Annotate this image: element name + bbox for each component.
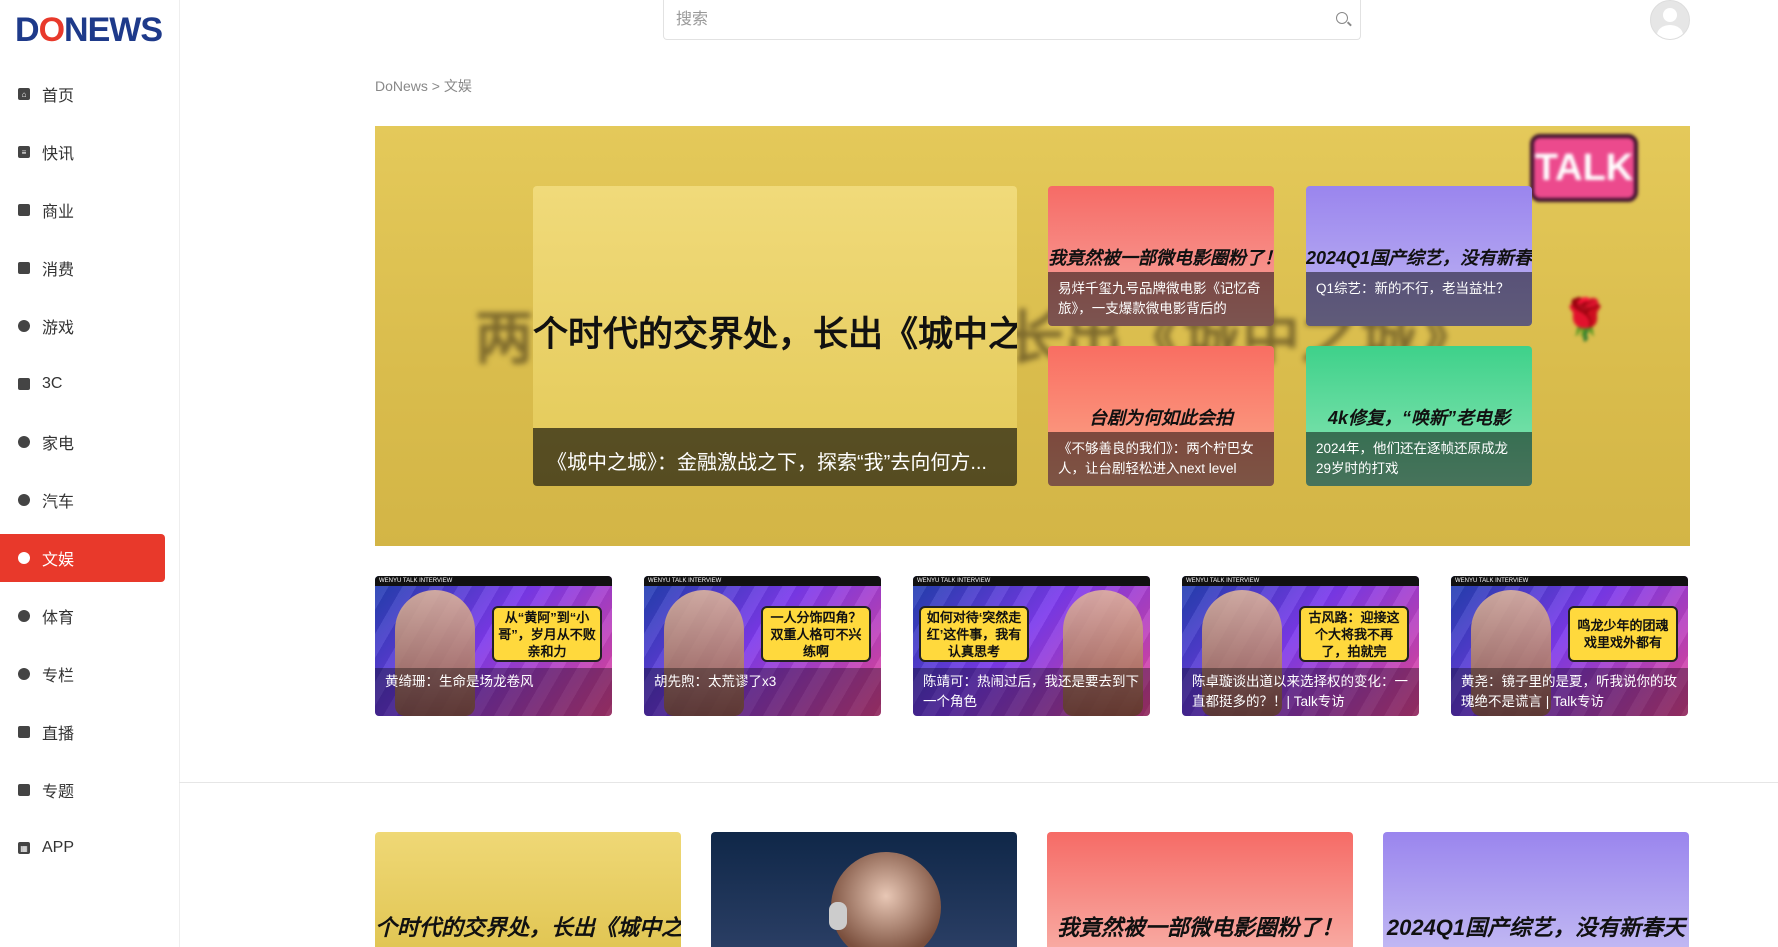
interview-card[interactable]: WENYU TALK INTERVIEW 如何对待‘突然走红’这件事，我有认真思… <box>913 576 1150 716</box>
hero-card-caption: 2024年，他们还在逐帧还原成龙29岁时的打戏 <box>1306 432 1532 486</box>
entertainment-icon <box>18 552 30 564</box>
live-icon <box>18 726 30 738</box>
interview-row: WENYU TALK INTERVIEW 从“黄阿”到“小哥”，岁月从不败亲和力… <box>375 576 1690 716</box>
hero-card-image-text: 台剧为何如此会拍 <box>1089 408 1233 428</box>
talk-badge: TALK <box>1530 134 1638 202</box>
article-card[interactable]: 个时代的交界处，长出《城中之城》 <box>375 832 681 947</box>
sidebar-item-entertainment[interactable]: 文娱 <box>0 534 165 582</box>
search-icon[interactable] <box>1336 12 1348 24</box>
device-icon <box>18 378 30 390</box>
sidebar-nav: ⌂ 首页 ≡ 快讯 商业 消费 游戏 3C 家电 汽车 文娱 体育 专栏 直播 专题… <box>0 70 165 882</box>
news-icon: ≡ <box>18 146 30 158</box>
sidebar-item-car[interactable]: 汽车 <box>0 476 165 524</box>
business-icon <box>18 204 30 216</box>
section-divider <box>179 782 1778 783</box>
interview-card[interactable]: WENYU TALK INTERVIEW 古风路：迎接这个大将我不再了，拍就完 … <box>1182 576 1419 716</box>
sidebar-item-sports[interactable]: 体育 <box>0 592 165 640</box>
interview-caption: 胡先煦：太荒谬了x3 <box>644 668 881 716</box>
interview-caption: 黄绮珊：生命是场龙卷风 <box>375 668 612 716</box>
hero-card[interactable]: 4k修复，“唤新”老电影 2024年，他们还在逐帧还原成龙29岁时的打戏 <box>1306 346 1532 486</box>
sidebar-item-appliance[interactable]: 家电 <box>0 418 165 466</box>
speech-bubble: 古风路：迎接这个大将我不再了，拍就完 <box>1299 606 1409 662</box>
app-grid-icon: ▦ <box>18 842 30 854</box>
sidebar-item-app[interactable]: ▦ APP <box>0 824 165 872</box>
search-input[interactable] <box>664 0 1318 40</box>
car-icon <box>18 494 30 506</box>
consume-icon <box>18 262 30 274</box>
interview-header: WENYU TALK INTERVIEW <box>375 576 612 586</box>
sidebar-item-column[interactable]: 专栏 <box>0 650 165 698</box>
hero-card[interactable]: 2024Q1国产综艺，没有新春天 Q1综艺：新的不行，老当益壮？ <box>1306 186 1532 326</box>
user-avatar[interactable] <box>1650 0 1690 40</box>
article-card[interactable]: 2024Q1国产综艺，没有新春天 <box>1383 832 1689 947</box>
article-image-text: 我竟然被一部微电影圈粉了！ <box>1056 915 1343 940</box>
interview-header: WENYU TALK INTERVIEW <box>644 576 881 586</box>
sidebar-item-flash[interactable]: ≡ 快讯 <box>0 128 165 176</box>
appliance-icon <box>18 436 30 448</box>
hero-card-image-text: 2024Q1国产综艺，没有新春天 <box>1306 248 1532 268</box>
hero-main-caption: 《城中之城》：金融激战之下，探索“我”去向何方... <box>533 428 1017 486</box>
sidebar-item-3c[interactable]: 3C <box>0 360 165 408</box>
sidebar-item-topic[interactable]: 专题 <box>0 766 165 814</box>
article-grid: 个时代的交界处，长出《城中之城》 我竟然被一部微电影圈粉了！ 2024Q1国产综… <box>375 832 1690 947</box>
sidebar-item-game[interactable]: 游戏 <box>0 302 165 350</box>
interview-caption: 陈卓璇谈出道以来选择权的变化：一直都挺多的？！| Talk专访 <box>1182 668 1419 716</box>
sidebar-item-consume[interactable]: 消费 <box>0 244 165 292</box>
speech-bubble: 从“黄阿”到“小哥”，岁月从不败亲和力 <box>492 606 602 662</box>
hero-card-caption: 易烊千玺九号品牌微电影《记忆奇旅》，一支爆款微电影背后的 <box>1048 272 1274 326</box>
article-image-text: 2024Q1国产综艺，没有新春天 <box>1386 915 1686 940</box>
sports-icon <box>18 610 30 622</box>
hero-card[interactable]: 我竟然被一部微电影圈粉了！ 易烊千玺九号品牌微电影《记忆奇旅》，一支爆款微电影背… <box>1048 186 1274 326</box>
rose-icon: 🌹 <box>1560 298 1610 342</box>
hero-card-image-text: 4k修复，“唤新”老电影 <box>1327 408 1511 428</box>
interview-card[interactable]: WENYU TALK INTERVIEW 从“黄阿”到“小哥”，岁月从不败亲和力… <box>375 576 612 716</box>
speech-bubble: 鸣龙少年的团魂戏里戏外都有 <box>1568 606 1678 662</box>
microphone-icon <box>829 902 847 930</box>
hero-banner: 两个时代的交界处，长出《城中之城》 TALK 🌹 个时代的交界处，长出《城中之城… <box>375 126 1690 546</box>
donews-logo[interactable]: D O NEWS <box>15 10 163 50</box>
hero-card-image-text: 我竟然被一部微电影圈粉了！ <box>1048 248 1274 268</box>
singer-photo <box>831 852 941 947</box>
hero-main-article[interactable]: 个时代的交界处，长出《城中之城》 《城中之城》：金融激战之下，探索“我”去向何方… <box>533 186 1017 486</box>
interview-header: WENYU TALK INTERVIEW <box>1451 576 1688 586</box>
home-icon: ⌂ <box>18 88 30 100</box>
interview-header: WENYU TALK INTERVIEW <box>913 576 1150 586</box>
hero-card-caption: 《不够善良的我们》：两个柠巴女人，让台剧轻松进入next level <box>1048 432 1274 486</box>
interview-caption: 黄尧：镜子里的是夏，听我说你的玫瑰绝不是谎言 | Talk专访 <box>1451 668 1688 716</box>
hero-main-image-text: 个时代的交界处，长出《城中之城》 <box>533 315 1017 354</box>
interview-card[interactable]: WENYU TALK INTERVIEW 一人分饰四角？双重人格可不兴练啊 胡先… <box>644 576 881 716</box>
sidebar-item-business[interactable]: 商业 <box>0 186 165 234</box>
article-card[interactable] <box>711 832 1017 947</box>
hero-card-caption: Q1综艺：新的不行，老当益壮？ <box>1306 272 1532 326</box>
sidebar-item-live[interactable]: 直播 <box>0 708 165 756</box>
speech-bubble: 如何对待‘突然走红’这件事，我有认真思考 <box>919 606 1029 662</box>
interview-header: WENYU TALK INTERVIEW <box>1182 576 1419 586</box>
topic-icon <box>18 784 30 796</box>
column-icon <box>18 668 30 680</box>
sidebar-item-home[interactable]: ⌂ 首页 <box>0 70 165 118</box>
breadcrumb: DoNews > 文娱 <box>375 78 472 94</box>
interview-card[interactable]: WENYU TALK INTERVIEW 鸣龙少年的团魂戏里戏外都有 黄尧：镜子… <box>1451 576 1688 716</box>
sidebar: D O NEWS ⌂ 首页 ≡ 快讯 商业 消费 游戏 3C 家电 汽车 文娱 体育 专… <box>0 0 180 947</box>
article-image-text: 个时代的交界处，长出《城中之城》 <box>375 915 681 940</box>
search-bar <box>663 0 1361 40</box>
interview-caption: 陈靖可：热闹过后，我还是要去到下一个角色 <box>913 668 1150 716</box>
hero-card[interactable]: 台剧为何如此会拍 《不够善良的我们》：两个柠巴女人，让台剧轻松进入next le… <box>1048 346 1274 486</box>
article-card[interactable]: 我竟然被一部微电影圈粉了！ <box>1047 832 1353 947</box>
game-icon <box>18 320 30 332</box>
speech-bubble: 一人分饰四角？双重人格可不兴练啊 <box>761 606 871 662</box>
